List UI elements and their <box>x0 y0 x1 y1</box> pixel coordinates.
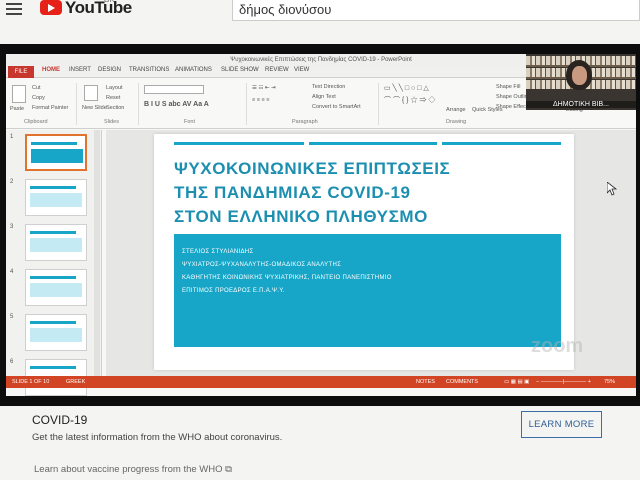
status-bar: SLIDE 1 OF 10 GREEK NOTES COMMENTS ▭ ▦ ▤… <box>6 376 636 388</box>
tab-home[interactable]: HOME <box>42 67 60 73</box>
zoom-watermark: zoom <box>531 335 584 357</box>
cut-button[interactable]: Cut <box>32 85 41 91</box>
search-input[interactable]: δήμος διονύσου <box>232 0 640 21</box>
covid-title: COVID-19 <box>32 413 88 427</box>
text-direction-button[interactable]: Text Direction <box>312 84 345 90</box>
tab-animations[interactable]: ANIMATIONS <box>175 67 212 73</box>
presenter-name: ΣΤΕΛΙΟΣ ΣΤΥΛΙΑΝΙΔΗΣ <box>182 249 254 255</box>
accent-bar <box>442 142 561 145</box>
slide-thumbnail[interactable] <box>25 179 87 216</box>
slide-number: 3 <box>10 224 14 230</box>
slide-thumbnail[interactable] <box>25 314 87 351</box>
slide-canvas: ΨΥΧΟΚΟΙΝΩΝΙΚΕΣ ΕΠΙΠΤΩΣΕΙΣ ΤΗΣ ΠΑΝΔΗΜΙΑΣ … <box>106 130 636 376</box>
new-slide-icon[interactable] <box>84 85 98 101</box>
webcam-feed: ΔΗΜΟΤΙΚΗ ΒΙΒ... <box>526 54 636 110</box>
slide-thumbnail[interactable] <box>25 134 87 171</box>
tab-review[interactable]: REVIEW <box>265 67 289 73</box>
slide-title-line: ΨΥΧΟΚΟΙΝΩΝΙΚΕΣ ΕΠΙΠΤΩΣΕΙΣ <box>174 159 451 178</box>
format-painter-button[interactable]: Format Painter <box>32 105 68 111</box>
bullets-icon[interactable]: ☰ ☷ ⇤ ⇥ <box>252 85 276 91</box>
arrange-button[interactable]: Arrange <box>446 107 466 113</box>
presenter-position: ΚΑΘΗΓΗΤΗΣ ΚΟΙΝΩΝΙΚΗΣ ΨΥΧΙΑΤΡΙΚΗΣ, ΠΑΝΤΕΙ… <box>182 275 392 281</box>
slide-number: 6 <box>10 359 14 365</box>
slide-thumbnail[interactable] <box>25 224 87 261</box>
view-buttons[interactable]: ▭ ▦ ▤ ▣ <box>504 376 529 388</box>
presenter-info-box: ΣΤΕΛΙΟΣ ΣΤΥΛΙΑΝΙΔΗΣ ΨΥΧΙΑΤΡΟΣ-ΨΥΧΑΝΑΛΥΤΗ… <box>174 234 561 347</box>
shapes-gallery[interactable]: ⌒ ⌒ { } ☆ ⇒ ◇ <box>384 95 435 105</box>
group-drawing: Drawing <box>446 119 467 125</box>
tab-design[interactable]: DESIGN <box>98 67 121 73</box>
new-slide-button[interactable]: New Slide <box>82 105 107 111</box>
shapes-gallery[interactable]: ▭ ╲ ╲ □ ○ □ △ <box>384 84 429 92</box>
slide-thumbnail[interactable] <box>25 269 87 306</box>
group-slides: Slides <box>104 119 119 125</box>
section-button[interactable]: Section <box>106 105 124 111</box>
thumbnail-scrollbar[interactable] <box>94 130 100 376</box>
youtube-header: YouTube GR δήμος διονύσου <box>0 0 640 44</box>
presenter-honor: ΕΠΙΤΙΜΟΣ ΠΡΟΕΔΡΟΣ Ε.Π.Α.Ψ.Υ. <box>182 288 285 294</box>
video-player[interactable]: Ψυχοκοινωνικές Επιπτώσεις της Πανδημίας … <box>0 44 640 406</box>
slide-number: 5 <box>10 314 14 320</box>
accent-bar <box>174 142 304 145</box>
font-name-select[interactable] <box>144 85 204 94</box>
font-format-buttons[interactable]: B I U S abc AV Aa A <box>144 101 209 108</box>
ribbon-separator <box>378 83 379 125</box>
convert-smartart-button[interactable]: Convert to SmartArt <box>312 104 361 110</box>
powerpoint-window: Ψυχοκοινωνικές Επιπτώσεις της Πανδημίας … <box>6 54 636 396</box>
covid-description: Get the latest information from the WHO … <box>32 432 283 443</box>
youtube-logo-icon[interactable] <box>40 0 62 15</box>
youtube-logo-text[interactable]: YouTube <box>65 0 132 18</box>
participant-name: ΔΗΜΟΤΙΚΗ ΒΙΒ... <box>526 101 636 108</box>
group-clipboard: Clipboard <box>24 119 48 125</box>
tab-transitions[interactable]: TRANSITIONS <box>129 67 169 73</box>
align-icons[interactable]: ≡ ≡ ≡ ≡ <box>252 97 269 103</box>
paste-button[interactable]: Paste <box>10 106 24 112</box>
participant-face <box>572 66 587 85</box>
group-paragraph: Paragraph <box>292 119 318 125</box>
slide-counter: SLIDE 1 OF 10 <box>12 379 50 385</box>
slide-number: 2 <box>10 179 14 185</box>
tab-view[interactable]: VIEW <box>294 67 309 73</box>
tab-insert[interactable]: INSERT <box>69 67 91 73</box>
vaccine-progress-link[interactable]: Learn about vaccine progress from the WH… <box>34 464 232 475</box>
learn-more-button[interactable]: LEARN MORE <box>521 411 602 438</box>
slide[interactable]: ΨΥΧΟΚΟΙΝΩΝΙΚΕΣ ΕΠΙΠΤΩΣΕΙΣ ΤΗΣ ΠΑΝΔΗΜΙΑΣ … <box>154 134 574 370</box>
tab-slideshow[interactable]: SLIDE SHOW <box>221 67 259 73</box>
notes-button[interactable]: NOTES <box>416 376 435 388</box>
slide-title-line: ΤΗΣ ΠΑΝΔΗΜΙΑΣ COVID-19 <box>174 183 411 202</box>
layout-button[interactable]: Layout <box>106 85 123 91</box>
ribbon-separator <box>138 83 139 125</box>
reset-button[interactable]: Reset <box>106 95 120 101</box>
zoom-level[interactable]: 75% <box>604 376 615 388</box>
language-indicator[interactable]: GREEK <box>66 376 85 388</box>
ribbon-separator <box>76 83 77 125</box>
group-font: Font <box>184 119 196 125</box>
ribbon-separator <box>246 83 247 125</box>
slide-number: 1 <box>10 134 14 140</box>
screen: YouTube GR δήμος διονύσου Ψυχοκοινωνικές… <box>0 0 640 480</box>
comments-button[interactable]: COMMENTS <box>446 376 478 388</box>
presenter-role: ΨΥΧΙΑΤΡΟΣ-ΨΥΧΑΝΑΛΥΤΗΣ-ΟΜΑΔΙΚΟΣ ΑΝΑΛΥΤΗΣ <box>182 262 342 268</box>
copy-button[interactable]: Copy <box>32 95 45 101</box>
shape-fill-button[interactable]: Shape Fill <box>496 84 520 90</box>
paste-icon[interactable] <box>12 85 26 103</box>
align-text-button[interactable]: Align Text <box>312 94 336 100</box>
zoom-slider[interactable]: − ————|———— + <box>536 376 591 388</box>
slide-title-line: ΣΤΟΝ ΕΛΛΗΝΙΚΟ ΠΛΗΘΥΣΜΟ <box>174 207 429 226</box>
accent-bar <box>309 142 437 145</box>
tab-file[interactable]: FILE <box>8 66 34 78</box>
slide-number: 4 <box>10 269 14 275</box>
slide-title: ΨΥΧΟΚΟΙΝΩΝΙΚΕΣ ΕΠΙΠΤΩΣΕΙΣ ΤΗΣ ΠΑΝΔΗΜΙΑΣ … <box>174 157 554 229</box>
country-code: GR <box>104 0 115 4</box>
slide-thumbnails: 1 2 3 4 5 6 <box>6 130 102 396</box>
menu-icon[interactable] <box>6 3 22 17</box>
covid-info-panel: COVID-19 Get the latest information from… <box>0 406 640 480</box>
